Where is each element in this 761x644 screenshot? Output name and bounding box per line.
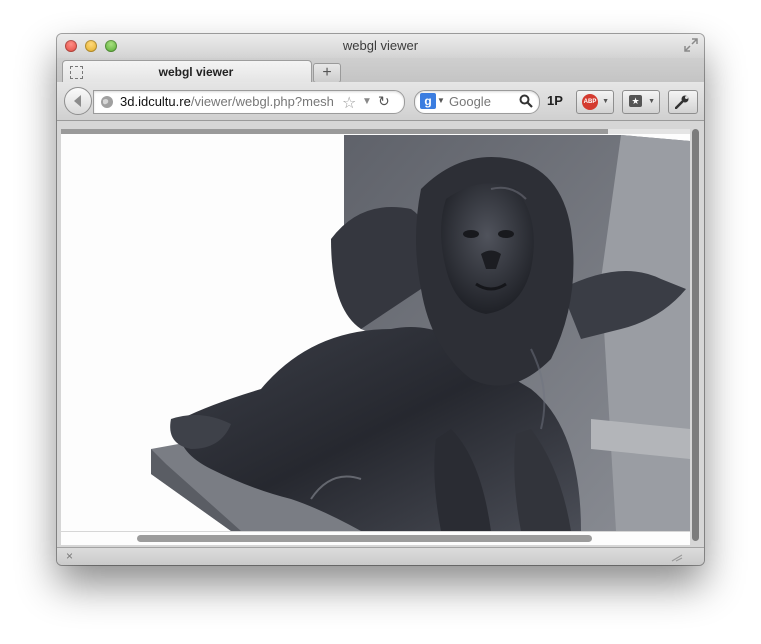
url-host: 3d.idcultu.re bbox=[120, 94, 191, 109]
webgl-canvas[interactable] bbox=[61, 129, 690, 531]
bookmarks-icon: ★ bbox=[629, 95, 642, 107]
globe-icon bbox=[101, 96, 113, 108]
vertical-scrollbar-thumb[interactable] bbox=[692, 129, 699, 541]
tab-title: webgl viewer bbox=[158, 65, 234, 79]
default-favicon-icon bbox=[70, 66, 83, 79]
close-icon[interactable]: × bbox=[66, 549, 73, 563]
history-dropmarker-icon[interactable]: ▼ bbox=[362, 96, 372, 107]
resize-grip-icon[interactable] bbox=[670, 552, 684, 562]
bookmark-star-icon[interactable]: ☆ bbox=[342, 93, 356, 113]
back-button[interactable] bbox=[64, 87, 92, 115]
bookmarks-button[interactable]: ★ ▼ bbox=[622, 90, 660, 114]
browser-window: webgl viewer webgl viewer + 3d.idcultu.r… bbox=[57, 34, 704, 565]
back-arrow-icon bbox=[74, 95, 81, 107]
url-bar[interactable]: 3d.idcultu.re/viewer/webgl.php?mesh ☆ ▼ … bbox=[93, 90, 405, 114]
window-title: webgl viewer bbox=[342, 38, 419, 53]
onepassword-button[interactable]: 1P bbox=[547, 93, 563, 108]
addon-bar: × bbox=[57, 547, 704, 565]
reload-icon[interactable]: ↻ bbox=[378, 93, 390, 110]
abp-icon: ABP bbox=[582, 94, 598, 110]
chevron-down-icon: ▼ bbox=[602, 98, 609, 105]
tab-strip: webgl viewer + bbox=[57, 58, 704, 83]
lion-statue-render bbox=[151, 135, 690, 531]
vertical-scrollbar[interactable] bbox=[691, 125, 700, 545]
google-engine-icon[interactable]: g bbox=[420, 93, 436, 109]
url-text[interactable]: 3d.idcultu.re/viewer/webgl.php?mesh bbox=[120, 94, 340, 109]
horizontal-scrollbar-thumb[interactable] bbox=[137, 535, 592, 542]
title-bar[interactable]: webgl viewer bbox=[57, 34, 704, 58]
tab-webgl-viewer[interactable]: webgl viewer bbox=[62, 60, 312, 83]
url-path: /viewer/webgl.php?mesh bbox=[190, 94, 334, 109]
new-tab-button[interactable]: + bbox=[313, 63, 341, 83]
tools-button[interactable] bbox=[668, 90, 698, 114]
adblock-button[interactable]: ABP ▼ bbox=[576, 90, 614, 114]
chevron-down-icon: ▼ bbox=[648, 98, 655, 105]
search-placeholder: Google bbox=[449, 94, 491, 109]
horizontal-scrollbar[interactable] bbox=[61, 532, 690, 545]
search-bar[interactable]: g ▼ Google bbox=[414, 90, 540, 114]
magnifier-icon[interactable] bbox=[519, 94, 533, 108]
engine-dropdown-icon[interactable]: ▼ bbox=[437, 96, 445, 105]
wrench-icon bbox=[675, 95, 689, 109]
navigation-toolbar: 3d.idcultu.re/viewer/webgl.php?mesh ☆ ▼ … bbox=[57, 82, 704, 121]
fullscreen-icon[interactable] bbox=[684, 38, 698, 52]
